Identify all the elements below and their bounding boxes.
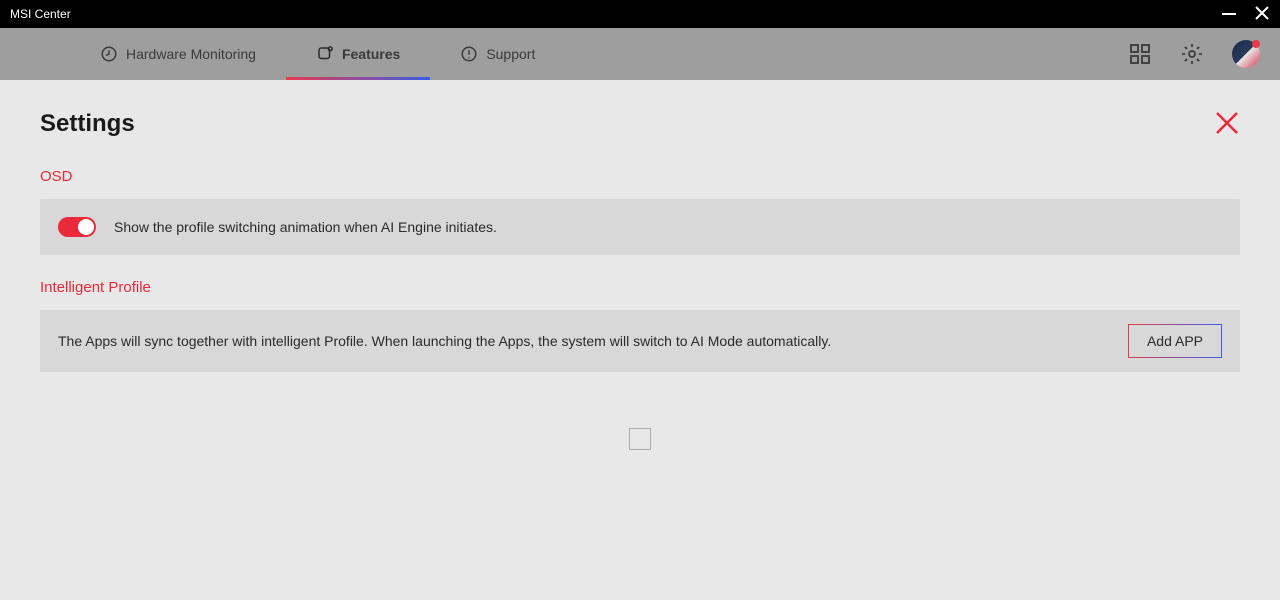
close-icon — [1254, 5, 1270, 21]
content-area: Settings OSD Show the profile switching … — [0, 80, 1280, 480]
osd-animation-toggle[interactable] — [58, 217, 96, 237]
intelligent-profile-row: The Apps will sync together with intelli… — [40, 310, 1240, 372]
tab-label: Support — [486, 46, 535, 62]
tab-label: Features — [342, 46, 400, 62]
avatar[interactable] — [1232, 40, 1260, 68]
support-icon — [460, 45, 478, 63]
tab-features[interactable]: Features — [286, 28, 430, 80]
window-title: MSI Center — [10, 7, 71, 21]
app-placeholder — [629, 428, 651, 450]
osd-toggle-label: Show the profile switching animation whe… — [114, 219, 497, 235]
grid-icon[interactable] — [1128, 42, 1152, 66]
add-app-button[interactable]: Add APP — [1128, 324, 1222, 358]
tab-label: Hardware Monitoring — [126, 46, 256, 62]
close-icon — [1214, 110, 1240, 136]
window-close-button[interactable] — [1254, 5, 1270, 24]
titlebar: MSI Center — [0, 0, 1280, 28]
features-icon — [316, 45, 334, 63]
intelligent-profile-description: The Apps will sync together with intelli… — [58, 333, 831, 349]
gear-icon[interactable] — [1180, 42, 1204, 66]
osd-setting-row: Show the profile switching animation whe… — [40, 199, 1240, 255]
tab-hardware-monitoring[interactable]: Hardware Monitoring — [70, 28, 286, 80]
intelligent-profile-section-label: Intelligent Profile — [40, 279, 1240, 296]
clock-icon — [100, 45, 118, 63]
minimize-button[interactable] — [1222, 13, 1236, 15]
navbar: Hardware Monitoring Features Support — [0, 28, 1280, 80]
osd-section-label: OSD — [40, 168, 1240, 185]
close-settings-button[interactable] — [1214, 110, 1240, 141]
page-title: Settings — [40, 110, 1240, 138]
tab-support[interactable]: Support — [430, 28, 565, 80]
